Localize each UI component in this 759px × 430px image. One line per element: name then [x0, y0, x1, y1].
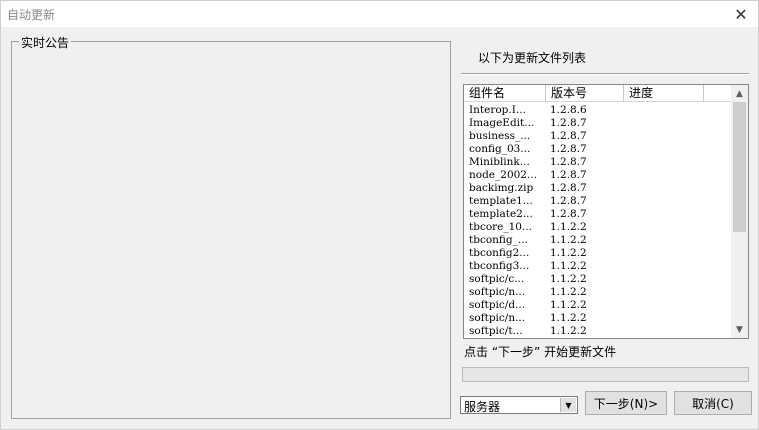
file-version: 1.2.8.7: [550, 182, 587, 194]
file-version: 1.2.8.7: [550, 156, 587, 168]
notice-legend: 实时公告: [19, 34, 72, 51]
file-progress: [624, 260, 704, 273]
server-select-value: 服务器: [464, 400, 501, 414]
file-progress: [624, 117, 704, 130]
file-progress: [624, 286, 704, 299]
file-progress: [624, 169, 704, 182]
file-row[interactable]: config_03... 1.2.8.7: [464, 143, 732, 156]
file-name: softpic/t...: [469, 325, 523, 337]
file-name: business_...: [469, 130, 531, 142]
file-row[interactable]: tbconfig3... 1.1.2.2: [464, 260, 732, 273]
file-version: 1.1.2.2: [550, 234, 587, 246]
scrollbar-thumb[interactable]: [733, 102, 746, 232]
chevron-down-icon[interactable]: ▼: [560, 398, 576, 412]
file-progress: [624, 273, 704, 286]
file-progress: [624, 325, 704, 338]
file-row[interactable]: Interop.I... 1.2.8.6: [464, 104, 732, 117]
update-progress-bar: [462, 367, 749, 382]
file-version: 1.2.8.7: [550, 117, 587, 129]
file-name: softpic/n...: [469, 286, 526, 298]
file-progress: [624, 156, 704, 169]
file-name: Miniblink...: [469, 156, 530, 168]
column-header-blank: [704, 85, 732, 101]
file-row[interactable]: softpic/n... 1.1.2.2: [464, 312, 732, 325]
file-version: 1.2.8.7: [550, 195, 587, 207]
scroll-up-icon[interactable]: ▲: [731, 85, 748, 102]
column-header-name[interactable]: 组件名: [464, 85, 546, 101]
auto-update-window: 自动更新 ✕ 实时公告 以下为更新文件列表 组件名 版本号 进度 Interop…: [0, 0, 759, 430]
file-version: 1.1.2.2: [550, 273, 587, 285]
file-name: softpic/d...: [469, 299, 526, 311]
file-version: 1.1.2.2: [550, 247, 587, 259]
file-list-label: 以下为更新文件列表: [478, 51, 587, 65]
file-row[interactable]: softpic/c... 1.1.2.2: [464, 273, 732, 286]
close-icon[interactable]: ✕: [724, 1, 758, 27]
column-header-version[interactable]: 版本号: [546, 85, 624, 101]
file-name: softpic/c...: [469, 273, 525, 285]
file-name: template1...: [469, 195, 533, 207]
file-list-header: 组件名 版本号 进度: [464, 85, 732, 102]
file-progress: [624, 130, 704, 143]
next-button[interactable]: 下一步(N)>: [585, 391, 667, 415]
file-version: 1.1.2.2: [550, 260, 587, 272]
file-row[interactable]: template2... 1.2.8.7: [464, 208, 732, 221]
file-row[interactable]: ImageEdit... 1.2.8.7: [464, 117, 732, 130]
file-row[interactable]: softpic/d... 1.1.2.2: [464, 299, 732, 312]
file-list-body: Interop.I... 1.2.8.6 ImageEdit... 1.2.8.7 bu…: [464, 104, 732, 338]
file-version: 1.2.8.7: [550, 208, 587, 220]
separator: [461, 73, 749, 75]
window-title: 自动更新: [7, 8, 56, 22]
file-progress: [624, 208, 704, 221]
file-progress: [624, 247, 704, 260]
file-name: ImageEdit...: [469, 117, 535, 129]
scroll-down-icon[interactable]: ▼: [731, 321, 748, 338]
file-version: 1.2.8.7: [550, 143, 587, 155]
file-name: node_2002...: [469, 169, 538, 181]
file-progress: [624, 195, 704, 208]
file-progress: [624, 299, 704, 312]
file-name: template2...: [469, 208, 533, 220]
file-progress: [624, 104, 704, 117]
file-version: 1.1.2.2: [550, 325, 587, 337]
file-progress: [624, 143, 704, 156]
file-version: 1.2.8.7: [550, 169, 587, 181]
file-row[interactable]: softpic/t... 1.1.2.2: [464, 325, 732, 338]
file-name: tbconfig2...: [469, 247, 530, 259]
file-name: softpic/n...: [469, 312, 526, 324]
column-header-progress[interactable]: 进度: [624, 85, 704, 101]
file-name: config_03...: [469, 143, 531, 155]
file-progress: [624, 312, 704, 325]
hint-text: 点击 “下一步” 开始更新文件: [464, 345, 617, 359]
file-version: 1.2.8.7: [550, 130, 587, 142]
file-row[interactable]: tbcore_10... 1.1.2.2: [464, 221, 732, 234]
file-version: 1.1.2.2: [550, 312, 587, 324]
file-row[interactable]: node_2002... 1.2.8.7: [464, 169, 732, 182]
server-select[interactable]: 服务器 ▼: [460, 396, 578, 414]
file-name: backimg.zip: [469, 182, 534, 194]
file-version: 1.2.8.6: [550, 104, 587, 116]
file-version: 1.1.2.2: [550, 286, 587, 298]
file-progress: [624, 182, 704, 195]
file-version: 1.1.2.2: [550, 299, 587, 311]
vertical-scrollbar[interactable]: ▲ ▼: [731, 85, 748, 338]
file-row[interactable]: Miniblink... 1.2.8.7: [464, 156, 732, 169]
file-list[interactable]: 组件名 版本号 进度 Interop.I... 1.2.8.6 ImageEdit.…: [463, 84, 749, 339]
file-progress: [624, 234, 704, 247]
file-row[interactable]: softpic/n... 1.1.2.2: [464, 286, 732, 299]
notice-groupbox: 实时公告: [11, 34, 451, 419]
file-name: tbconfig3...: [469, 260, 530, 272]
file-row[interactable]: tbconfig_... 1.1.2.2: [464, 234, 732, 247]
file-row[interactable]: backimg.zip 1.2.8.7: [464, 182, 732, 195]
cancel-button[interactable]: 取消(C): [674, 391, 752, 415]
file-name: tbcore_10...: [469, 221, 532, 233]
file-name: tbconfig_...: [469, 234, 528, 246]
file-version: 1.1.2.2: [550, 221, 587, 233]
file-row[interactable]: business_... 1.2.8.7: [464, 130, 732, 143]
file-row[interactable]: tbconfig2... 1.1.2.2: [464, 247, 732, 260]
title-bar: 自动更新 ✕: [1, 1, 758, 27]
file-row[interactable]: template1... 1.2.8.7: [464, 195, 732, 208]
file-name: Interop.I...: [469, 104, 526, 116]
file-progress: [624, 221, 704, 234]
